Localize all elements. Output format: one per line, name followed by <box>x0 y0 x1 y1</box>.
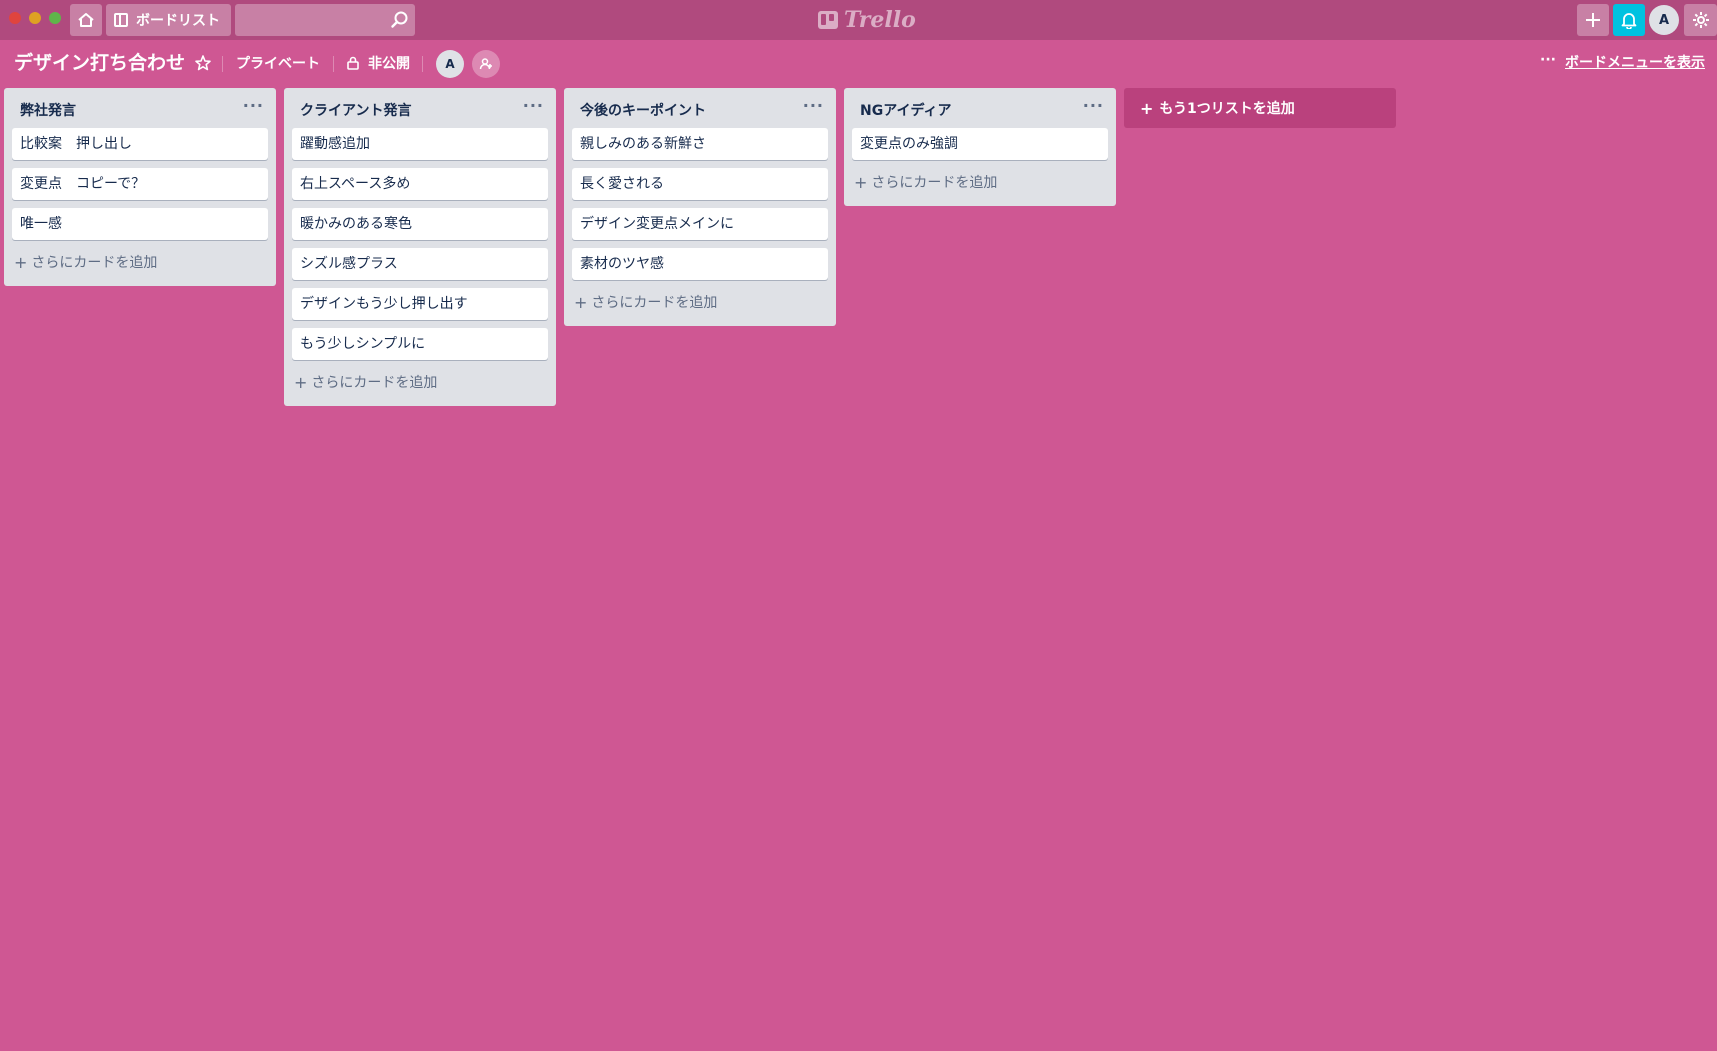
list-header: クライアント発言 ··· <box>292 88 548 128</box>
list-menu-icon[interactable]: ··· <box>243 96 264 115</box>
card[interactable]: 素材のツヤ感 <box>572 248 828 280</box>
list-menu-icon[interactable]: ··· <box>523 96 544 115</box>
card[interactable]: 親しみのある新鮮さ <box>572 128 828 160</box>
window-zoom-button[interactable] <box>49 12 61 24</box>
plus-icon <box>1586 13 1600 27</box>
home-icon <box>78 13 94 27</box>
settings-button[interactable] <box>1684 4 1717 36</box>
plus-icon: + <box>294 373 308 392</box>
plus-icon: + <box>854 173 868 192</box>
header-divider <box>422 56 423 72</box>
search-icon[interactable] <box>390 10 410 30</box>
privacy-label: 非公開 <box>368 56 410 72</box>
home-button[interactable] <box>70 4 102 36</box>
add-card-label: さらにカードを追加 <box>311 375 438 391</box>
list-title[interactable]: 今後のキーポイント <box>580 100 706 120</box>
card[interactable]: 比較案 押し出し <box>12 128 268 160</box>
board-title[interactable]: デザイン打ち合わせ <box>14 48 185 75</box>
card[interactable]: 変更点 コピーで？ <box>12 168 268 200</box>
list-header: 弊社発言 ··· <box>12 88 268 128</box>
card[interactable]: 右上スペース多め <box>292 168 548 200</box>
add-list-label: もう1つリストを追加 <box>1159 101 1295 117</box>
logo-text: Trello <box>844 7 916 33</box>
list-header: NGアイディア ··· <box>852 88 1108 128</box>
card[interactable]: 暖かみのある寒色 <box>292 208 548 240</box>
header-divider <box>222 56 223 72</box>
card[interactable]: シズル感プラス <box>292 248 548 280</box>
add-list-button[interactable]: + もう1つリストを追加 <box>1124 88 1396 128</box>
search-input[interactable] <box>235 4 415 36</box>
show-board-menu-link[interactable]: ボードメニューを表示 <box>1565 52 1705 72</box>
invite-member-button[interactable] <box>472 50 500 78</box>
plus-icon: + <box>574 293 588 312</box>
visibility-button[interactable]: プライベート <box>236 52 320 74</box>
boards-button-label: ボードリスト <box>136 13 220 29</box>
visibility-label: プライベート <box>236 56 320 72</box>
top-header: ボードリスト Trello A <box>0 0 1717 40</box>
list-title[interactable]: NGアイディア <box>860 100 952 120</box>
gear-icon <box>1692 12 1709 28</box>
list: クライアント発言 ··· 躍動感追加右上スペース多め 暖かみのある寒色 シズル感プラスデ… <box>284 88 556 406</box>
star-icon[interactable] <box>194 54 212 72</box>
user-avatar[interactable]: A <box>1649 5 1679 35</box>
list-title[interactable]: クライアント発言 <box>300 100 411 120</box>
list: 弊社発言 ··· 比較案 押し出し 変更点 コピーで？ 唯一感 + さらにカードを追加 <box>4 88 276 286</box>
add-card-label: さらにカードを追加 <box>591 295 718 311</box>
add-card-button[interactable]: + さらにカードを追加 <box>292 368 548 398</box>
window-minimize-button[interactable] <box>29 12 41 24</box>
add-card-button[interactable]: + さらにカードを追加 <box>852 168 1108 198</box>
card[interactable]: 変更点のみ強調 <box>852 128 1108 160</box>
list-menu-icon[interactable]: ··· <box>1083 96 1104 115</box>
board-icon <box>114 13 128 27</box>
trello-logo-icon <box>818 11 838 29</box>
list-header: 今後のキーポイント ··· <box>572 88 828 128</box>
trello-logo[interactable]: Trello <box>818 5 916 35</box>
member-avatar[interactable]: A <box>436 50 464 78</box>
card[interactable]: デザイン変更点メインに <box>572 208 828 240</box>
header-divider <box>333 56 334 72</box>
list-menu-icon[interactable]: ··· <box>803 96 824 115</box>
member-initial: A <box>445 57 455 71</box>
add-card-button[interactable]: + さらにカードを追加 <box>572 288 828 318</box>
card[interactable]: 唯一感 <box>12 208 268 240</box>
plus-icon: + <box>1140 98 1154 118</box>
privacy-button[interactable]: 非公開 <box>346 52 410 74</box>
plus-icon: + <box>14 253 28 272</box>
card[interactable]: 長く愛される <box>572 168 828 200</box>
more-icon[interactable]: ··· <box>1540 52 1556 68</box>
board-header: デザイン打ち合わせ プライベート 非公開 A ··· ボードメニューを表示 <box>0 44 1717 84</box>
add-card-label: さらにカードを追加 <box>871 175 998 191</box>
list: 今後のキーポイント ··· 親しみのある新鮮さ 長く愛される デザイン変更点メインに 素材… <box>564 88 836 326</box>
list-title[interactable]: 弊社発言 <box>20 100 76 120</box>
add-card-label: さらにカードを追加 <box>31 255 158 271</box>
window-close-button[interactable] <box>9 12 21 24</box>
avatar-initial: A <box>1658 12 1670 28</box>
boards-button[interactable]: ボードリスト <box>106 4 231 36</box>
add-card-button[interactable]: + さらにカードを追加 <box>12 248 268 278</box>
create-button[interactable] <box>1577 4 1609 36</box>
card[interactable]: 躍動感追加 <box>292 128 548 160</box>
bell-icon <box>1621 13 1637 29</box>
list: NGアイディア ··· 変更点のみ強調 + さらにカードを追加 <box>844 88 1116 206</box>
notifications-button[interactable] <box>1613 4 1645 36</box>
board-lists: 弊社発言 ··· 比較案 押し出し 変更点 コピーで？ 唯一感 + さらにカードを追加 クライ… <box>4 88 1396 406</box>
lock-icon <box>347 56 359 70</box>
card[interactable]: デザインもう少し押し出す <box>292 288 548 320</box>
card[interactable]: もう少しシンプルに <box>292 328 548 360</box>
add-member-icon <box>479 58 492 70</box>
